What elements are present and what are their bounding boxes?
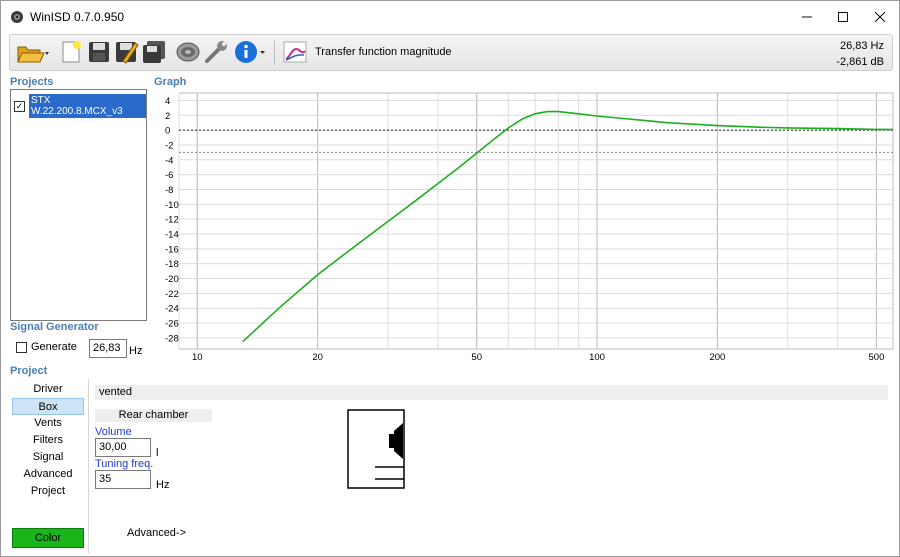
- minimize-icon: [802, 16, 812, 18]
- projects-list[interactable]: ✓ STX W.22.200.8.MCX_v3: [10, 89, 147, 321]
- box-type-header: vented: [95, 385, 888, 400]
- color-button[interactable]: Color: [12, 528, 84, 548]
- graph-section-label: Graph: [154, 76, 187, 88]
- y-tick-label: 2: [165, 111, 170, 122]
- generate-label: Generate: [31, 341, 77, 353]
- tuning-frequency-unit: Hz: [156, 479, 170, 491]
- transfer-function-chart[interactable]: 420-2-4-6-8-10-12-14-16-18-20-22-24-26-2…: [149, 89, 895, 363]
- project-nav-vents[interactable]: Vents: [12, 415, 84, 432]
- wrench-icon[interactable]: [203, 39, 229, 65]
- graph-icon[interactable]: [282, 39, 308, 65]
- vented-box-drawing-icon: [347, 409, 405, 489]
- rear-chamber-header: Rear chamber: [95, 409, 212, 422]
- volume-input[interactable]: 30,00: [95, 438, 151, 457]
- maximize-icon: [838, 12, 848, 22]
- y-tick-label: -18: [165, 259, 179, 270]
- y-tick-label: 4: [165, 96, 170, 107]
- signal-frequency-unit: Hz: [129, 345, 143, 357]
- level-readout: -2,861 dB: [836, 56, 884, 68]
- app-window: WinISD 0.7.0.950 Transfer function magni…: [0, 0, 900, 557]
- project-checkbox[interactable]: ✓: [14, 100, 25, 112]
- y-tick-label: -10: [165, 200, 179, 211]
- close-icon: [875, 12, 885, 22]
- project-nav: Driver Box Vents Filters Signal Advanced Proje…: [12, 381, 84, 500]
- generate-checkbox[interactable]: [16, 341, 27, 353]
- x-tick-label: 200: [709, 352, 725, 363]
- project-section-label: Project: [10, 365, 48, 377]
- y-tick-label: -6: [165, 170, 173, 181]
- tuning-frequency-input[interactable]: 35: [95, 470, 151, 489]
- plot-area[interactable]: [178, 92, 894, 350]
- window-title: WinISD 0.7.0.950: [30, 10, 125, 24]
- y-tick-label: -12: [165, 215, 179, 226]
- graph-type-label[interactable]: Transfer function magnitude: [315, 46, 452, 58]
- y-tick-label: -16: [165, 244, 179, 255]
- y-tick-label: -14: [165, 229, 179, 240]
- volume-unit: l: [156, 447, 159, 459]
- save-icon[interactable]: [86, 39, 112, 65]
- x-tick-label: 10: [192, 352, 203, 363]
- x-tick-label: 500: [869, 352, 885, 363]
- speaker-app-icon: [10, 10, 24, 24]
- driver-icon[interactable]: [175, 39, 201, 65]
- save-as-icon[interactable]: [113, 39, 139, 65]
- check-icon: ✓: [15, 100, 24, 111]
- x-tick-label: 100: [589, 352, 605, 363]
- y-tick-label: -24: [165, 304, 179, 315]
- projects-section-label: Projects: [10, 76, 54, 88]
- new-document-icon[interactable]: [58, 39, 84, 65]
- open-folder-icon[interactable]: [16, 39, 50, 65]
- generate-row[interactable]: Generate: [16, 341, 77, 353]
- close-button[interactable]: [857, 1, 900, 33]
- y-tick-label: -28: [165, 333, 179, 344]
- project-nav-advanced[interactable]: Advanced: [12, 466, 84, 483]
- frequency-readout: 26,83 Hz: [839, 40, 884, 52]
- signal-frequency-input[interactable]: 26,83: [89, 339, 127, 358]
- y-tick-label: -20: [165, 274, 179, 285]
- project-nav-driver[interactable]: Driver: [12, 381, 84, 398]
- y-tick-label: -8: [165, 185, 173, 196]
- y-tick-label: -4: [165, 155, 173, 166]
- toolbar: Transfer function magnitude 26,83 Hz -2,…: [9, 34, 893, 71]
- y-tick-label: -26: [165, 319, 179, 330]
- project-item[interactable]: ✓ STX W.22.200.8.MCX_v3: [14, 94, 146, 118]
- signal-generator-section-label: Signal Generator: [10, 321, 99, 333]
- x-tick-label: 50: [471, 352, 482, 363]
- project-nav-box[interactable]: Box: [12, 398, 84, 415]
- y-tick-label: 0: [165, 126, 170, 137]
- box-panel: vented Rear chamber Volume 30,00 l Tunin…: [88, 379, 894, 553]
- project-nav-filters[interactable]: Filters: [12, 432, 84, 449]
- advanced-link[interactable]: Advanced->: [127, 527, 186, 539]
- title-bar: WinISD 0.7.0.950: [1, 1, 899, 33]
- info-icon[interactable]: [233, 39, 265, 65]
- tuning-frequency-label: Tuning freq.: [95, 458, 154, 470]
- volume-label: Volume: [95, 426, 132, 438]
- save-all-icon[interactable]: [141, 39, 167, 65]
- project-name[interactable]: STX W.22.200.8.MCX_v3: [28, 94, 146, 118]
- project-nav-signal[interactable]: Signal: [12, 449, 84, 466]
- x-tick-label: 20: [312, 352, 323, 363]
- project-nav-project[interactable]: Project: [12, 483, 84, 500]
- y-tick-label: -2: [165, 140, 173, 151]
- toolbar-separator: [274, 41, 275, 65]
- graph-panel[interactable]: 4 2 0 -2 -4 -6 -8 -10 -12 -14 -16 -18 -20 -22 -24 -26 -2…: [149, 89, 895, 363]
- y-tick-label: -22: [165, 289, 179, 300]
